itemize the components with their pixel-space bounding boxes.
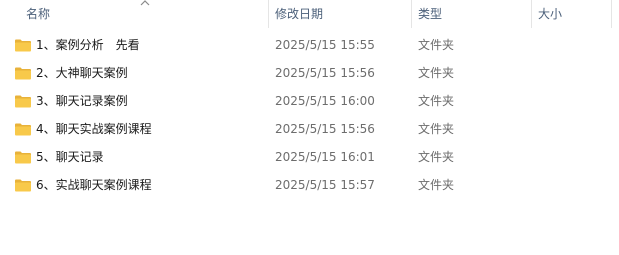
modified-date: 2025/5/15 15:55 — [275, 38, 375, 52]
file-type: 文件夹 — [418, 178, 455, 192]
file-row[interactable]: 6、实战聊天案例课程 2025/5/15 15:57 文件夹 — [0, 171, 619, 199]
file-row[interactable]: 4、聊天实战案例课程 2025/5/15 15:56 文件夹 — [0, 115, 619, 143]
file-type: 文件夹 — [418, 38, 455, 52]
folder-icon — [15, 39, 31, 52]
modified-date: 2025/5/15 16:00 — [275, 94, 375, 108]
folder-icon — [15, 95, 31, 108]
column-header-date[interactable]: 修改日期 — [275, 0, 405, 28]
modified-date: 2025/5/15 15:56 — [275, 122, 375, 136]
modified-date: 2025/5/15 16:01 — [275, 150, 375, 164]
folder-name[interactable]: 5、聊天记录 — [36, 143, 104, 171]
file-list: 1、案例分析 先看 2025/5/15 15:55 文件夹 2、大神聊天案例 2… — [0, 31, 619, 199]
file-type: 文件夹 — [418, 94, 455, 108]
folder-icon — [15, 151, 31, 164]
file-row[interactable]: 1、案例分析 先看 2025/5/15 15:55 文件夹 — [0, 31, 619, 59]
folder-name[interactable]: 2、大神聊天案例 — [36, 59, 128, 87]
file-row[interactable]: 3、聊天记录案例 2025/5/15 16:00 文件夹 — [0, 87, 619, 115]
file-type: 文件夹 — [418, 150, 455, 164]
file-type: 文件夹 — [418, 122, 455, 136]
folder-name[interactable]: 1、案例分析 先看 — [36, 31, 140, 59]
column-header-size[interactable]: 大小 — [538, 0, 608, 28]
folder-icon — [15, 67, 31, 80]
modified-date: 2025/5/15 15:57 — [275, 178, 375, 192]
column-divider[interactable] — [611, 0, 612, 28]
folder-name[interactable]: 3、聊天记录案例 — [36, 87, 128, 115]
column-header-bar: 名称 修改日期 类型 大小 — [0, 0, 619, 28]
folder-name[interactable]: 4、聊天实战案例课程 — [36, 115, 152, 143]
column-divider[interactable] — [411, 0, 412, 28]
folder-icon — [15, 123, 31, 136]
file-row[interactable]: 5、聊天记录 2025/5/15 16:01 文件夹 — [0, 143, 619, 171]
file-type: 文件夹 — [418, 66, 455, 80]
column-header-type[interactable]: 类型 — [418, 0, 518, 28]
sort-ascending-icon — [140, 0, 150, 6]
column-divider[interactable] — [531, 0, 532, 28]
folder-icon — [15, 179, 31, 192]
folder-name[interactable]: 6、实战聊天案例课程 — [36, 171, 152, 199]
modified-date: 2025/5/15 15:56 — [275, 66, 375, 80]
column-divider[interactable] — [268, 0, 269, 28]
file-row[interactable]: 2、大神聊天案例 2025/5/15 15:56 文件夹 — [0, 59, 619, 87]
